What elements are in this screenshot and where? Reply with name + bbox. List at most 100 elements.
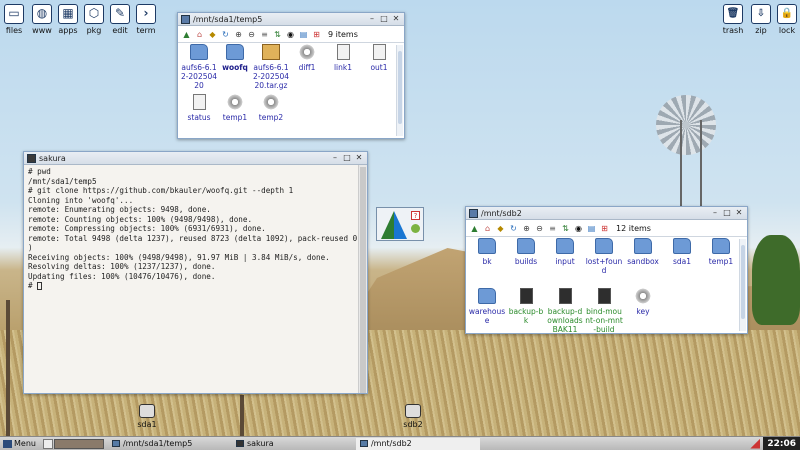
vertical-scrollbar[interactable] — [739, 239, 746, 331]
list-view-icon[interactable]: ≡ — [259, 29, 270, 40]
scrollbar-thumb[interactable] — [741, 245, 745, 319]
maximize-button[interactable]: □ — [342, 153, 352, 163]
drive-label: sdb2 — [403, 420, 423, 429]
file-label: backup-downloadsBAK11 — [547, 307, 583, 334]
clock[interactable]: 22:06 — [763, 436, 800, 450]
maximize-button[interactable]: □ — [379, 14, 389, 24]
zoom-out-icon[interactable]: ⊖ — [246, 29, 257, 40]
file-manager-window-temp5[interactable]: /mnt/sda1/temp5 – □ ✕ ▲ ⌂ ◆ ↻ ⊕ ⊖ ≡ ⇅ ◉ … — [177, 12, 405, 139]
up-arrow-icon[interactable]: ▲ — [469, 223, 480, 234]
minimize-button[interactable]: – — [330, 153, 340, 163]
desktop-icon-pkg[interactable]: ⬡ pkg — [82, 4, 106, 35]
scrollbar-thumb[interactable] — [398, 51, 402, 124]
file-item[interactable]: key — [624, 288, 662, 316]
refresh-icon[interactable] — [411, 224, 420, 233]
help-icon[interactable]: ? — [411, 211, 420, 220]
file-icon — [336, 44, 350, 60]
file-item[interactable]: sandbox — [624, 238, 662, 266]
terminal-window[interactable]: sakura – □ ✕ # pwd/mnt/sda1/temp5 # git c… — [23, 151, 368, 394]
file-item[interactable]: builds — [507, 238, 545, 266]
file-item[interactable]: out1 — [360, 44, 398, 72]
minimize-button[interactable]: – — [367, 14, 377, 24]
file-item[interactable]: link1 — [324, 44, 362, 72]
file-item[interactable]: temp2 — [252, 94, 290, 122]
zoom-out-icon[interactable]: ⊖ — [534, 223, 545, 234]
car-icon[interactable]: ◆ — [207, 29, 218, 40]
triangle-app-icon[interactable] — [381, 211, 407, 239]
vertical-scrollbar[interactable] — [396, 45, 403, 136]
home-icon[interactable]: ⌂ — [482, 223, 493, 234]
maximize-button[interactable]: □ — [722, 208, 732, 218]
file-item[interactable]: status — [180, 94, 218, 122]
details-view-icon[interactable]: ▤ — [298, 29, 309, 40]
taskbar-task[interactable]: /mnt/sda1/temp5 — [108, 438, 232, 450]
up-arrow-icon[interactable]: ▲ — [181, 29, 192, 40]
workspace-1[interactable] — [42, 438, 53, 449]
executable-gear-icon — [226, 94, 244, 110]
desktop-icon-zip[interactable]: ⇩ zip — [748, 4, 774, 35]
car-icon[interactable]: ◆ — [495, 223, 506, 234]
vertical-scrollbar[interactable] — [358, 165, 367, 393]
zoom-in-icon[interactable]: ⊕ — [233, 29, 244, 40]
desktop-icon-lock[interactable]: 🔒 lock — [774, 4, 800, 35]
file-item[interactable]: temp1 — [216, 94, 254, 122]
drive-sdb2[interactable]: sdb2 — [398, 404, 428, 429]
close-button[interactable]: ✕ — [734, 208, 744, 218]
close-button[interactable]: ✕ — [391, 14, 401, 24]
minimize-button[interactable]: – — [710, 208, 720, 218]
file-item[interactable]: input — [546, 238, 584, 266]
menu-button[interactable]: Menu — [0, 439, 39, 448]
list-view-icon[interactable]: ≡ — [547, 223, 558, 234]
files-icon: ▭ — [4, 4, 24, 24]
terminal-line: Receiving objects: 100% (9498/9498), 91.… — [28, 252, 330, 262]
file-item[interactable]: aufs6-6.12-20250420 — [180, 44, 218, 90]
window-titlebar[interactable]: /mnt/sda1/temp5 – □ ✕ — [178, 13, 404, 26]
file-item[interactable]: bind-mount-on-mnt-build — [585, 288, 623, 334]
terminal-line: # — [28, 281, 354, 291]
desktop-icon-files[interactable]: ▭ files — [2, 4, 26, 35]
launcher-widget[interactable]: ? — [376, 207, 424, 241]
taskbar-task[interactable]: sakura — [232, 438, 356, 450]
file-item[interactable]: diff1 — [288, 44, 326, 72]
folder-icon — [226, 44, 244, 60]
window-titlebar[interactable]: /mnt/sdb2 – □ ✕ — [466, 207, 747, 220]
eye-icon[interactable]: ◉ — [285, 29, 296, 40]
file-item[interactable]: woofq — [216, 44, 254, 72]
file-item[interactable]: lost+found — [585, 238, 623, 275]
workspace-2[interactable] — [53, 438, 104, 449]
sort-icon[interactable]: ⇅ — [272, 29, 283, 40]
desktop-icon-term[interactable]: › term — [134, 4, 158, 35]
file-item[interactable]: warehouse — [468, 288, 506, 325]
wallpaper-fence-post — [240, 395, 244, 436]
home-icon[interactable]: ⌂ — [194, 29, 205, 40]
tray-icon[interactable] — [750, 438, 761, 449]
file-manager-window-sdb2[interactable]: /mnt/sdb2 – □ ✕ ▲ ⌂ ◆ ↻ ⊕ ⊖ ≡ ⇅ ◉ ▤ ⊞ 12… — [465, 206, 748, 334]
window-settings-icon[interactable]: ⊞ — [599, 223, 610, 234]
file-item[interactable]: backup-downloadsBAK11 — [546, 288, 584, 334]
file-item[interactable]: bk — [468, 238, 506, 266]
file-label: aufs6-6.12-20250420.tar.gz — [252, 63, 290, 90]
desktop-icon-apps[interactable]: ▦ apps — [56, 4, 80, 35]
details-view-icon[interactable]: ▤ — [586, 223, 597, 234]
desktop-icon-www[interactable]: ◍ www — [30, 4, 54, 35]
desktop-icon-trash[interactable]: 🗑 trash — [720, 4, 746, 35]
taskbar-task[interactable]: /mnt/sdb2 — [355, 437, 480, 450]
zoom-in-icon[interactable]: ⊕ — [521, 223, 532, 234]
file-item[interactable]: aufs6-6.12-20250420.tar.gz — [252, 44, 290, 90]
sort-icon[interactable]: ⇅ — [560, 223, 571, 234]
workspace-switcher[interactable] — [42, 438, 104, 449]
file-item[interactable]: backup-bk — [507, 288, 545, 325]
refresh-icon[interactable]: ↻ — [220, 29, 231, 40]
scrollbar-thumb[interactable] — [360, 167, 366, 393]
terminal-output[interactable]: # pwd/mnt/sda1/temp5 # git clone https://… — [24, 165, 358, 393]
drive-sda1[interactable]: sda1 — [132, 404, 162, 429]
desktop-icon-edit[interactable]: ✎ edit — [108, 4, 132, 35]
file-item[interactable]: sda1 — [663, 238, 701, 266]
window-titlebar[interactable]: sakura – □ ✕ — [24, 152, 367, 165]
close-button[interactable]: ✕ — [354, 153, 364, 163]
file-item[interactable]: temp1 — [702, 238, 740, 266]
window-settings-icon[interactable]: ⊞ — [311, 29, 322, 40]
refresh-icon[interactable]: ↻ — [508, 223, 519, 234]
eye-icon[interactable]: ◉ — [573, 223, 584, 234]
folder-window-icon — [181, 14, 190, 24]
